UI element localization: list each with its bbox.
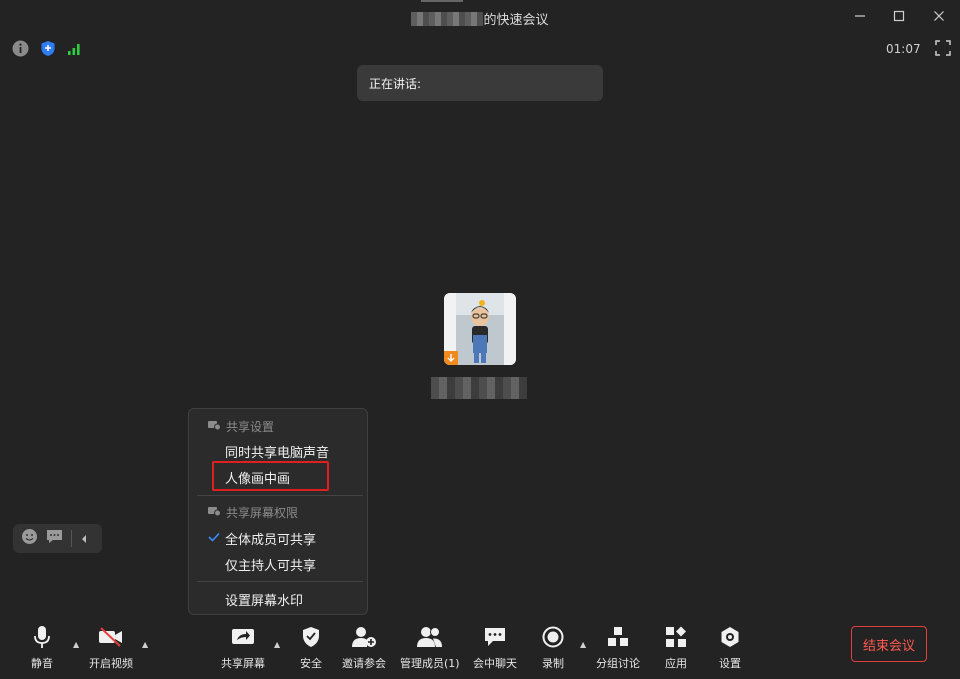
redacted-host-name — [411, 12, 484, 26]
mute-button[interactable]: 静音 — [29, 624, 55, 671]
breakout-rooms-button[interactable]: 分组讨论 — [596, 624, 640, 671]
settings-button[interactable]: 设置 — [717, 624, 743, 671]
settings-gear-icon — [717, 624, 743, 650]
window-title-text: 的快速会议 — [483, 13, 549, 28]
maximize-icon[interactable] — [889, 6, 909, 26]
share-settings-icon — [208, 420, 221, 434]
redacted-participant-name — [431, 377, 527, 399]
start-video-button[interactable]: 开启视频 — [89, 624, 133, 671]
collapse-arrow-icon[interactable] — [80, 529, 88, 548]
reaction-bar — [13, 524, 102, 553]
record-label: 录制 — [542, 657, 564, 670]
screen-watermark-option[interactable]: 设置屏幕水印 — [225, 590, 303, 609]
minimize-icon[interactable] — [850, 6, 870, 26]
share-settings-menu: 共享设置 同时共享电脑声音 人像画中画 共享屏幕权限 全体成员可共享 仅主持人可… — [188, 408, 368, 615]
manage-members-label: 管理成员(1) — [400, 657, 460, 670]
record-options-caret-icon[interactable]: ▲ — [580, 640, 586, 649]
settings-label: 设置 — [719, 657, 741, 670]
host-only-share-option[interactable]: 仅主持人可共享 — [225, 555, 316, 574]
record-icon — [540, 624, 566, 650]
share-permission-icon — [208, 506, 221, 520]
meeting-chat-label: 会中聊天 — [473, 657, 517, 670]
invite-user-icon — [351, 624, 377, 650]
microphone-icon — [29, 624, 55, 650]
end-meeting-button[interactable]: 结束会议 — [851, 626, 927, 662]
emoji-icon[interactable] — [21, 528, 38, 549]
share-permission-heading: 共享屏幕权限 — [226, 506, 299, 520]
meeting-chat-button[interactable]: 会中聊天 — [473, 624, 517, 671]
video-options-caret-icon[interactable]: ▲ — [142, 640, 148, 649]
share-screen-icon — [230, 624, 256, 650]
share-permission-section: 共享屏幕权限 — [208, 504, 298, 521]
fullscreen-icon[interactable] — [935, 40, 951, 56]
share-screen-button[interactable]: 共享屏幕 — [221, 624, 265, 671]
signal-icon[interactable] — [67, 41, 81, 60]
breakout-rooms-label: 分组讨论 — [596, 657, 640, 670]
meeting-status-icons — [12, 40, 81, 61]
meeting-timer: 01:07 — [886, 42, 921, 56]
audio-options-caret-icon[interactable]: ▲ — [73, 640, 79, 649]
info-icon[interactable] — [12, 40, 29, 61]
participant-avatar — [444, 293, 516, 365]
close-icon[interactable] — [929, 6, 949, 26]
share-settings-section: 共享设置 — [208, 418, 274, 435]
mute-label: 静音 — [31, 657, 53, 670]
record-button[interactable]: 录制 — [540, 624, 566, 671]
portrait-pip-option[interactable]: 人像画中画 — [225, 468, 290, 487]
breakout-icon — [605, 624, 631, 650]
manage-members-button[interactable]: 管理成员(1) — [400, 624, 460, 671]
speaking-indicator: 正在讲话: — [357, 65, 603, 101]
security-shield-icon — [298, 624, 324, 650]
security-button[interactable]: 安全 — [298, 624, 324, 671]
shield-icon[interactable] — [40, 40, 56, 61]
window-title: 的快速会议 — [0, 9, 960, 28]
reaction-divider — [71, 530, 72, 547]
chat-icon — [482, 624, 508, 650]
video-off-icon — [98, 624, 124, 650]
all-members-share-option[interactable]: 全体成员可共享 — [225, 529, 316, 548]
security-label: 安全 — [300, 657, 322, 670]
share-computer-audio-option[interactable]: 同时共享电脑声音 — [225, 442, 329, 461]
invite-label: 邀请参会 — [342, 657, 386, 670]
share-screen-label: 共享屏幕 — [221, 657, 265, 670]
start-video-label: 开启视频 — [89, 657, 133, 670]
apps-label: 应用 — [665, 657, 687, 670]
bullet-comment-icon[interactable] — [46, 529, 63, 548]
invite-button[interactable]: 邀请参会 — [342, 624, 386, 671]
share-options-caret-icon[interactable]: ▲ — [274, 640, 280, 649]
menu-divider — [197, 581, 363, 582]
menu-divider — [197, 495, 363, 496]
apps-icon — [663, 624, 689, 650]
speaking-label: 正在讲话: — [369, 77, 422, 91]
members-icon — [416, 624, 443, 650]
title-accent-line — [421, 0, 463, 2]
apps-button[interactable]: 应用 — [663, 624, 689, 671]
checkmark-icon — [208, 531, 220, 545]
share-settings-heading: 共享设置 — [226, 420, 275, 434]
title-bar: 的快速会议 — [0, 0, 960, 34]
